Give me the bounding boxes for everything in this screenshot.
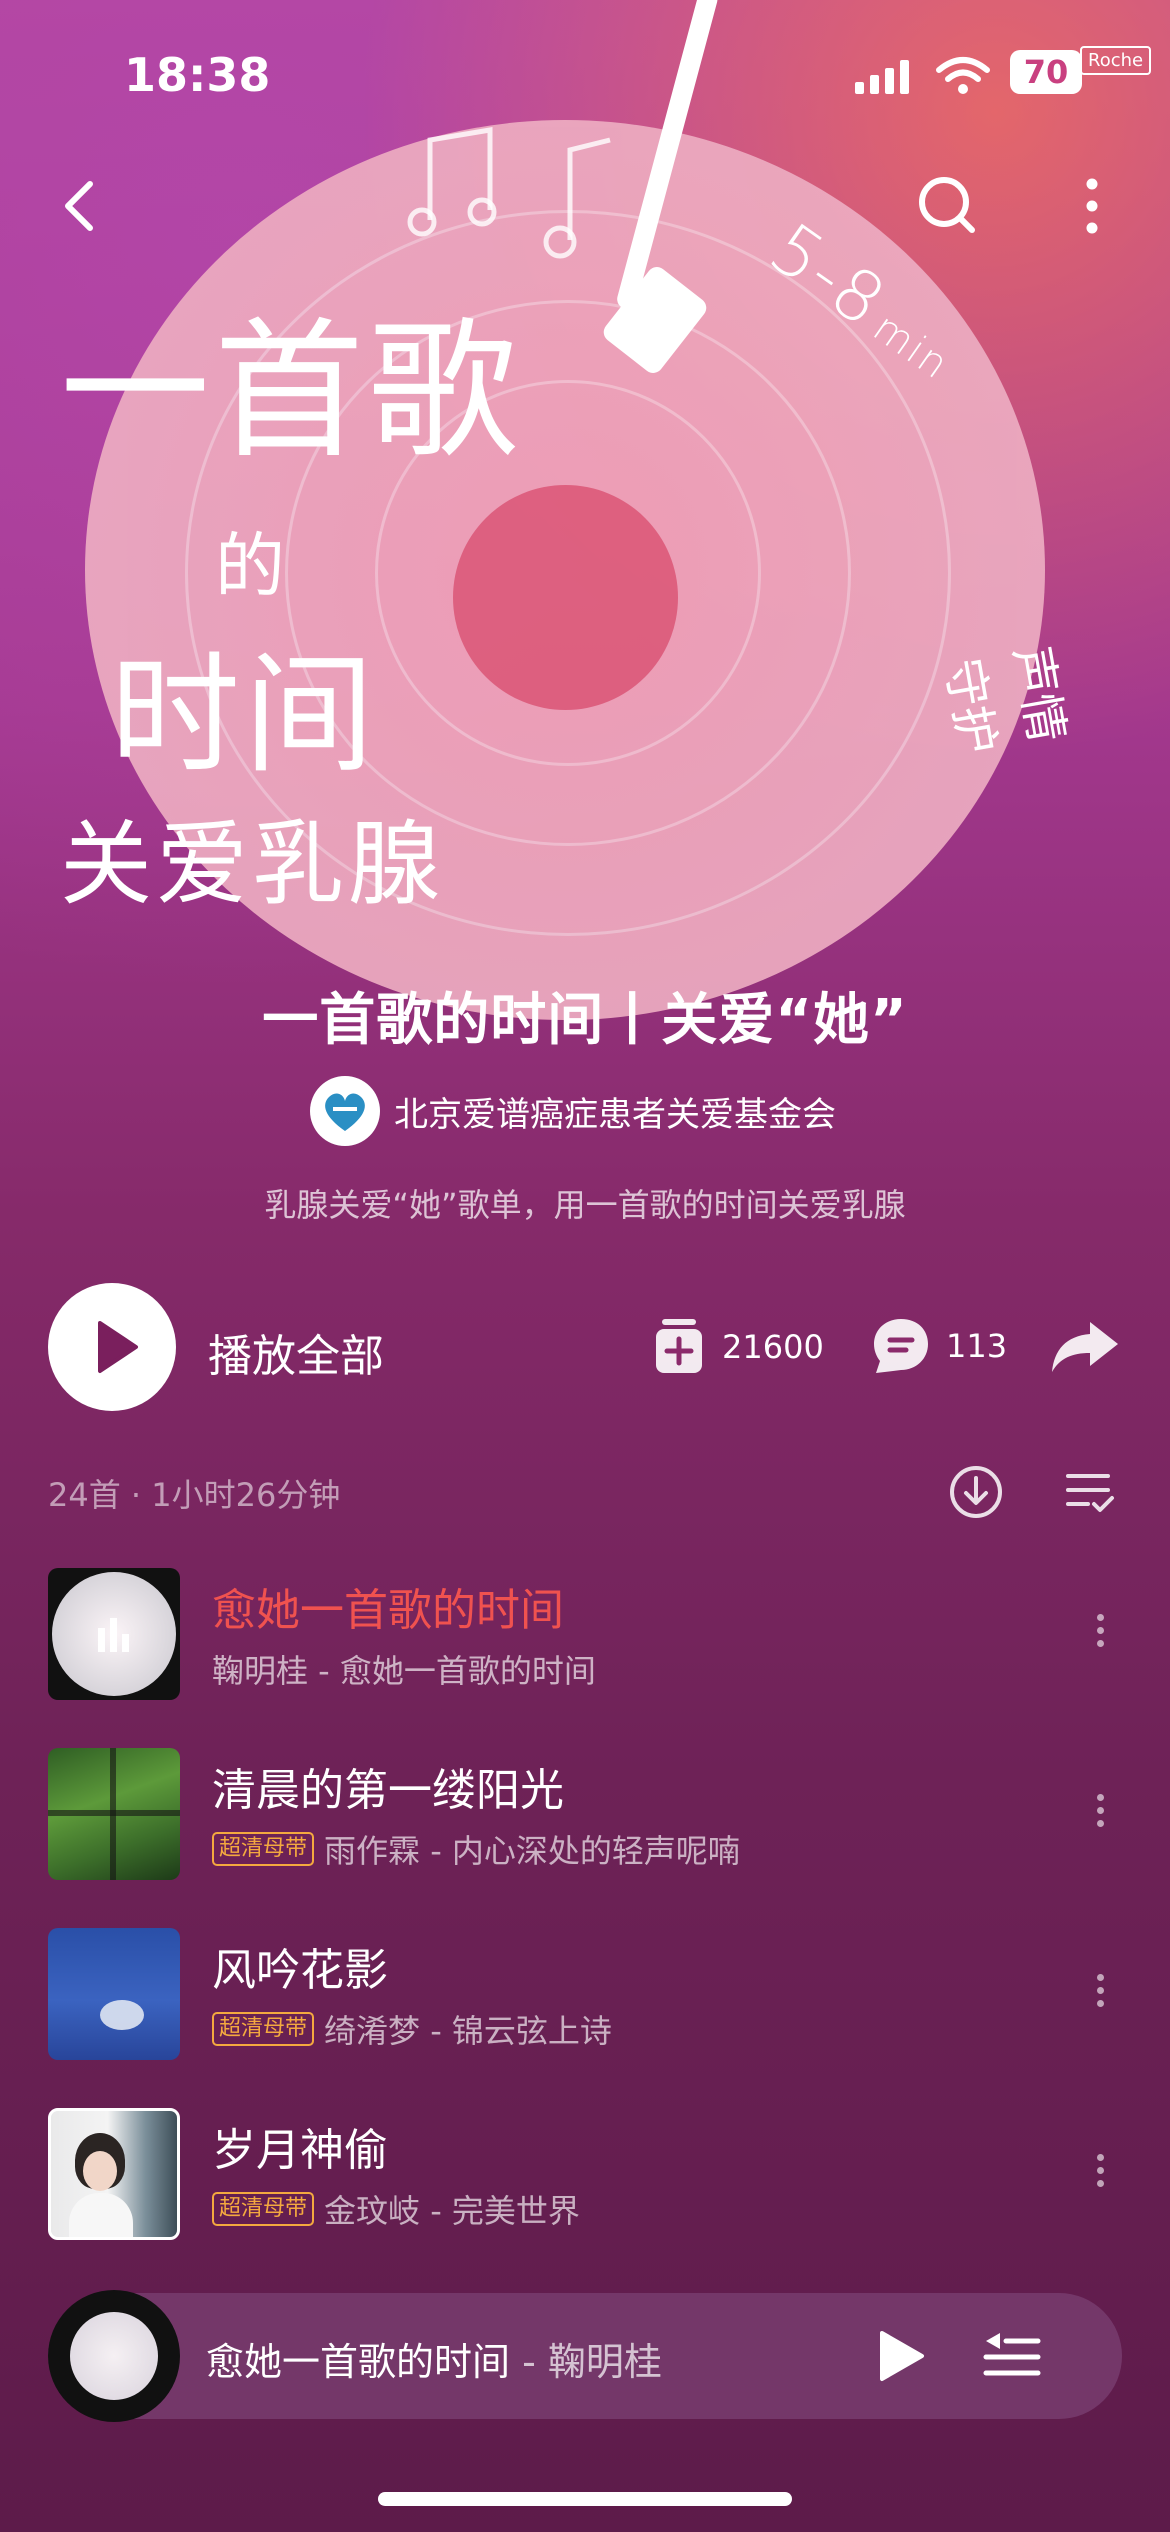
song-more-button[interactable]: [1085, 2148, 1115, 2208]
hq-badge: 超清母带: [212, 2012, 315, 2046]
playlist-title: 一首歌的时间丨关爱“她”: [262, 988, 908, 1053]
signal-icon: [855, 60, 909, 94]
mini-player-title: 愈她一首歌的时间: [206, 2340, 511, 2384]
song-subtitle: 超清母带 金玟岐 - 完美世界: [212, 2186, 580, 2232]
comment-button[interactable]: 113: [870, 1315, 1007, 1377]
song-subtitle: 超清母带 绮淆梦 - 锦云弦上诗: [212, 2006, 612, 2052]
song-title: 岁月神偷: [212, 2125, 388, 2176]
playlist-icon: [983, 2333, 1041, 2376]
cover-banner: 一首歌 的 时间 关爱乳腺 5-8min 声情守护: [0, 0, 1170, 1120]
share-icon: [1052, 1322, 1118, 1372]
song-subtitle: 超清母带 雨作霖 - 内心深处的轻声呢喃: [212, 1826, 740, 1872]
back-button[interactable]: [42, 166, 122, 246]
mini-play-button[interactable]: [864, 2321, 934, 2391]
vinyl-label: [453, 485, 678, 710]
song-cover: [48, 1928, 180, 2060]
home-indicator[interactable]: [378, 2492, 792, 2506]
heart-logo-icon: [325, 1093, 365, 1131]
creator-row[interactable]: 北京爱谱癌症患者关爱基金会: [310, 1076, 836, 1146]
cover-calligraphy-line4: 关爱乳腺: [60, 811, 445, 918]
download-button[interactable]: [944, 1460, 1008, 1524]
playlist-description[interactable]: 乳腺关爱“她”歌单，用一首歌的时间关爱乳腺: [0, 1180, 1170, 1226]
play-icon: [98, 1321, 138, 1373]
playlist-queue-button[interactable]: [976, 2321, 1046, 2391]
song-artist-album: 鞠明桂 - 愈她一首歌的时间: [212, 1652, 596, 1690]
song-title: 风吟花影: [212, 1945, 388, 1996]
wifi-icon: [936, 57, 990, 94]
cover-calligraphy-line2: 的: [215, 525, 289, 607]
song-more-button[interactable]: [1085, 1788, 1115, 1848]
play-all-button[interactable]: [48, 1283, 176, 1411]
playlist-summary: 24首 · 1小时26分钟: [48, 1476, 341, 1514]
mini-player[interactable]: 愈她一首歌的时间 - 鞠明桂: [48, 2290, 1122, 2422]
song-title: 清晨的第一缕阳光: [212, 1765, 564, 1816]
comment-icon: [874, 1319, 928, 1373]
song-cover: [48, 1748, 180, 1880]
song-more-button[interactable]: [1085, 1968, 1115, 2028]
collect-button[interactable]: 21600: [648, 1315, 824, 1379]
hq-badge: 超清母带: [212, 2192, 315, 2226]
share-button[interactable]: [1050, 1318, 1120, 1374]
comment-count: 113: [946, 1327, 1008, 1365]
song-artist-album: 金玟岐 - 完美世界: [324, 2192, 580, 2230]
carrier-tag: Roche: [1080, 46, 1152, 75]
song-cover: [48, 2108, 180, 2240]
search-button[interactable]: [908, 166, 988, 246]
cover-calligraphy-line1: 一首歌: [60, 305, 523, 479]
song-artist-album: 雨作霖 - 内心深处的轻声呢喃: [324, 1832, 740, 1870]
mini-player-disc[interactable]: [48, 2290, 180, 2422]
song-row[interactable]: 岁月神偷 超清母带 金玟岐 - 完美世界: [0, 2108, 1170, 2258]
song-artist-album: 绮淆梦 - 锦云弦上诗: [324, 2012, 612, 2050]
equalizer-icon: [98, 1618, 129, 1652]
play-icon: [880, 2331, 924, 2381]
cover-calligraphy-line3: 时间: [110, 639, 379, 791]
song-subtitle: 鞠明桂 - 愈她一首歌的时间: [212, 1646, 596, 1692]
back-icon: [65, 181, 93, 231]
collect-icon: [656, 1319, 702, 1373]
search-icon: [919, 177, 975, 233]
song-more-button[interactable]: [1085, 1608, 1115, 1668]
multi-select-button[interactable]: [1058, 1460, 1122, 1524]
more-button[interactable]: [1052, 166, 1132, 246]
multi-select-icon: [1066, 1474, 1114, 1512]
creator-name[interactable]: 北京爱谱癌症患者关爱基金会: [394, 1087, 836, 1136]
mini-player-artist: - 鞠明桂: [522, 2340, 662, 2384]
hq-badge: 超清母带: [212, 1832, 315, 1866]
song-row[interactable]: 清晨的第一缕阳光 超清母带 雨作霖 - 内心深处的轻声呢喃: [0, 1748, 1170, 1898]
mini-player-text[interactable]: 愈她一首歌的时间 - 鞠明桂: [206, 2331, 662, 2386]
battery-indicator: 70: [1010, 50, 1082, 94]
collect-count: 21600: [722, 1328, 824, 1366]
song-row[interactable]: 愈她一首歌的时间 鞠明桂 - 愈她一首歌的时间: [0, 1568, 1170, 1718]
more-vertical-icon: [1086, 178, 1098, 234]
music-notes-icon: [407, 127, 611, 259]
status-time: 18:38: [124, 48, 271, 102]
mini-player-cover: [70, 2312, 158, 2400]
song-row[interactable]: 风吟花影 超清母带 绮淆梦 - 锦云弦上诗: [0, 1928, 1170, 2078]
download-icon: [950, 1466, 1002, 1518]
song-title: 愈她一首歌的时间: [212, 1585, 564, 1636]
song-cover: [48, 1568, 180, 1700]
play-all-label[interactable]: 播放全部: [208, 1320, 384, 1384]
creator-avatar[interactable]: [310, 1076, 380, 1146]
